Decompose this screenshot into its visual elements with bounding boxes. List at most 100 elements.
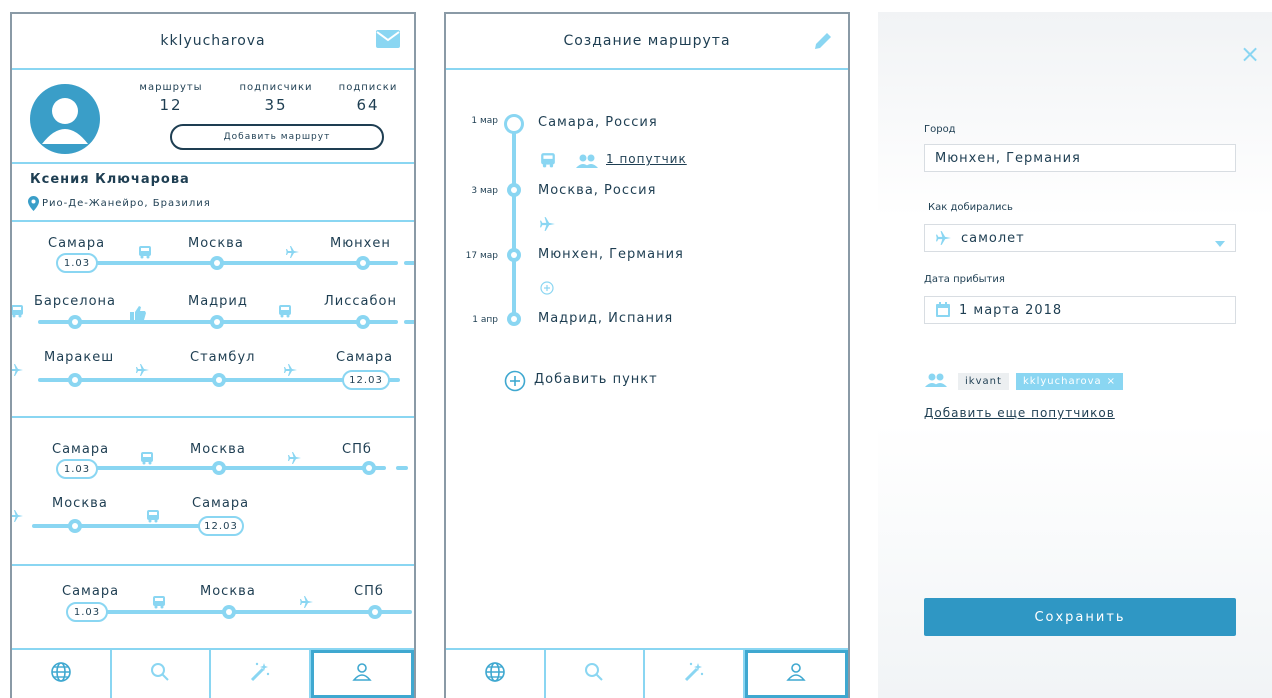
bus-icon: [138, 244, 152, 263]
route-point: [68, 519, 82, 533]
companion-tag-selected[interactable]: kklyucharova ×: [1016, 373, 1124, 390]
add-companions-link[interactable]: Добавить еще попутчиков: [924, 406, 1115, 420]
nav-profile[interactable]: [744, 650, 848, 698]
add-route-button[interactable]: Добавить маршрут: [170, 124, 384, 150]
route-date: 1.03: [66, 602, 108, 622]
arrival-value: 1 марта 2018: [959, 302, 1063, 318]
city-field[interactable]: Мюнхен, Германия: [924, 144, 1236, 172]
page-title: Создание маршрута: [563, 33, 731, 49]
route-city: Стамбул: [190, 350, 256, 365]
route-city: Москва: [188, 236, 244, 251]
timeline-point: [507, 312, 521, 326]
transport-label: Как добирались: [928, 202, 1013, 213]
magic-wand-icon: [249, 661, 271, 687]
route-city: СПб: [354, 584, 384, 599]
route-line: [86, 610, 412, 614]
profile-screen: kklyucharova маршруты 12 подписчики 35 п…: [10, 12, 416, 698]
bus-icon: [540, 152, 556, 172]
user-icon: [786, 662, 806, 686]
route-point: [210, 315, 224, 329]
route-point: [68, 315, 82, 329]
divider: [12, 416, 414, 418]
stop-city[interactable]: Мадрид, Испания: [538, 311, 673, 326]
route-point: [356, 256, 370, 270]
stat-following-value[interactable]: 64: [328, 96, 408, 114]
route-city: Мюнхен: [330, 236, 391, 251]
stop-city[interactable]: Самара, Россия: [538, 115, 658, 130]
bottom-nav: [446, 648, 848, 698]
route-line: [404, 261, 414, 265]
user-full-name: Ксения Ключарова: [30, 172, 190, 187]
route-city: СПб: [342, 442, 372, 457]
stat-followers-label: подписчики: [239, 82, 313, 93]
chevron-down-icon: [1215, 236, 1225, 251]
bus-icon: [140, 450, 154, 469]
route-point: [212, 373, 226, 387]
route-point: [368, 605, 382, 619]
search-icon: [150, 662, 170, 686]
divider: [12, 220, 414, 222]
companions-link[interactable]: 1 попутчик: [606, 152, 687, 166]
stat-routes-value[interactable]: 12: [128, 96, 214, 114]
username-title: kklyucharova: [160, 33, 266, 49]
add-stop-label: Добавить пункт: [534, 372, 658, 387]
stop-city[interactable]: Москва, Россия: [538, 183, 656, 198]
route-point: [68, 373, 82, 387]
route-city: Самара: [192, 496, 250, 511]
mail-icon[interactable]: [376, 30, 400, 52]
globe-icon: [50, 661, 72, 687]
stat-followers-value[interactable]: 35: [228, 96, 324, 114]
route-city: Мадрид: [188, 294, 248, 309]
stop-city[interactable]: Мюнхен, Германия: [538, 247, 684, 262]
transport-select[interactable]: самолет: [924, 224, 1236, 252]
nav-profile[interactable]: [310, 650, 414, 698]
route-city: Лиссабон: [324, 294, 397, 309]
plane-icon: [12, 362, 24, 381]
route-city: Самара: [62, 584, 120, 599]
companion-tag[interactable]: ikvant: [958, 373, 1009, 390]
route-city: Москва: [190, 442, 246, 457]
route-date: 12.03: [342, 370, 390, 390]
nav-magic[interactable]: [211, 650, 311, 698]
stop-date: 3 мар: [471, 186, 498, 196]
route-editor-header: Создание маршрута: [446, 14, 848, 70]
nav-globe[interactable]: [12, 650, 112, 698]
nav-globe[interactable]: [446, 650, 546, 698]
stop-date: 1 мар: [471, 116, 498, 126]
save-button[interactable]: Сохранить: [924, 598, 1236, 636]
route-city: Самара: [48, 236, 106, 251]
stop-form-screen: × Город Мюнхен, Германия Как добирались …: [878, 12, 1272, 698]
stat-routes-label: маршруты: [139, 82, 203, 93]
add-transport-icon[interactable]: [540, 280, 554, 299]
globe-icon: [484, 661, 506, 687]
nav-magic[interactable]: [645, 650, 745, 698]
route-city: Москва: [200, 584, 256, 599]
route-point: [362, 461, 376, 475]
route-city: Маракеш: [44, 350, 115, 365]
calendar-icon: [935, 302, 951, 318]
arrival-label: Дата прибытия: [924, 274, 1005, 285]
avatar[interactable]: [30, 84, 100, 154]
plus-circle-icon: [504, 370, 526, 396]
route-line: [32, 524, 226, 528]
stat-following-label: подписки: [338, 82, 398, 93]
timeline-start-point: [504, 114, 524, 134]
route-line: [72, 261, 398, 265]
plane-icon: [300, 594, 314, 613]
remove-tag-icon[interactable]: ×: [1107, 376, 1116, 387]
companion-name: ikvant: [965, 376, 1002, 387]
nav-search[interactable]: [112, 650, 211, 698]
pencil-icon[interactable]: [812, 30, 834, 56]
route-editor-screen: Создание маршрута 1 мар Самара, Россия 1…: [444, 12, 850, 698]
city-value: Мюнхен, Германия: [935, 150, 1081, 166]
plane-icon: [540, 216, 556, 236]
close-icon[interactable]: ×: [1240, 42, 1260, 66]
arrival-date-field[interactable]: 1 марта 2018: [924, 296, 1236, 324]
route-line: [74, 466, 386, 470]
divider: [12, 162, 414, 164]
bus-icon: [12, 303, 24, 322]
route-city: Самара: [336, 350, 394, 365]
search-icon: [584, 662, 604, 686]
plane-icon: [286, 244, 300, 263]
nav-search[interactable]: [546, 650, 645, 698]
